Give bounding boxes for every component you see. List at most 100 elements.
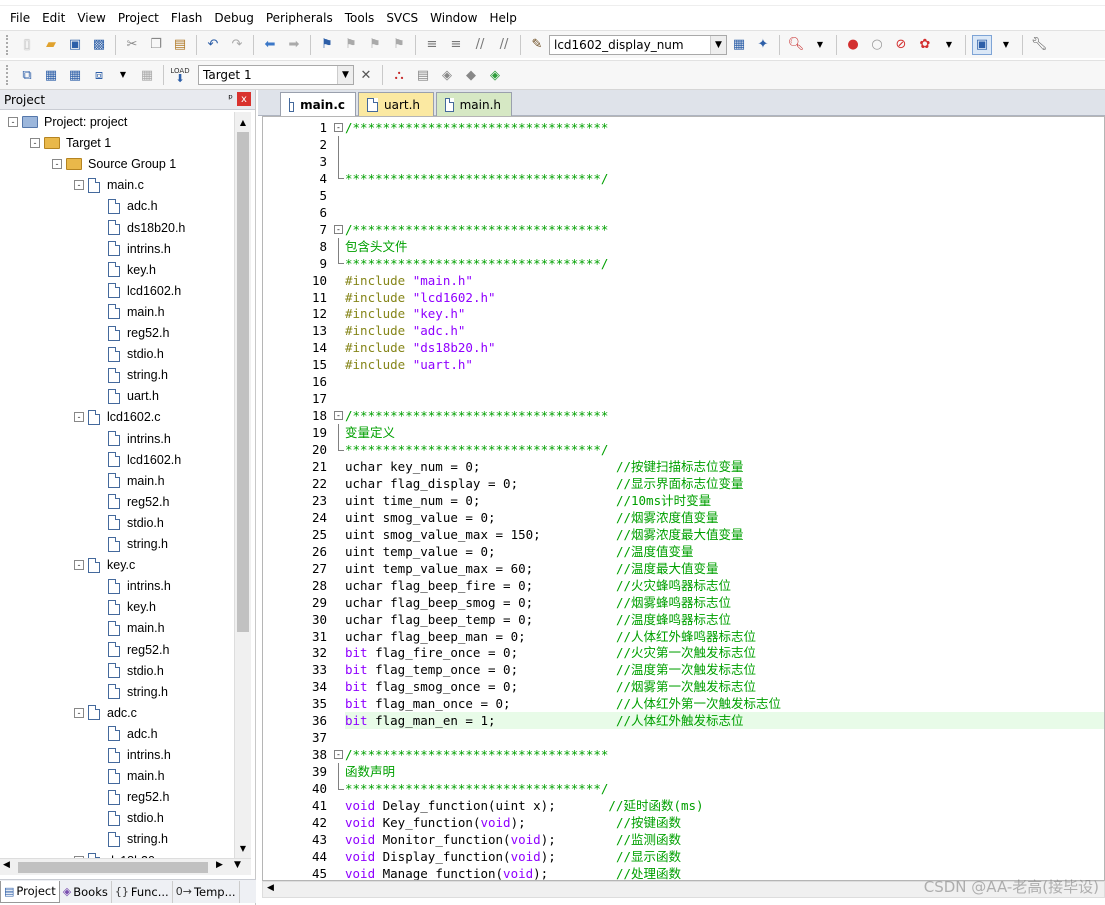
code-line[interactable]: /**********************************	[345, 407, 1104, 424]
tree-item[interactable]: - lcd1602.c	[74, 407, 161, 427]
translate-icon[interactable]: ⧉	[17, 65, 37, 85]
code-line[interactable]: **********************************/	[345, 170, 1104, 187]
menu-item-help[interactable]: Help	[483, 11, 522, 25]
scroll-left-icon[interactable]: ◀	[3, 860, 10, 870]
tree-item[interactable]: intrins.h	[108, 429, 171, 449]
tree-item[interactable]: reg52.h	[108, 640, 169, 660]
code-line[interactable]: uint smog_value_max = 150; //烟雾浓度最大值变量	[345, 526, 1104, 543]
panel-tab-temp[interactable]: 0→ Temp...	[173, 880, 240, 903]
rebuild-icon[interactable]: ▦	[65, 65, 85, 85]
tree-item[interactable]: main.h	[108, 302, 165, 322]
menu-item-window[interactable]: Window	[424, 11, 483, 25]
tree-item[interactable]: reg52.h	[108, 787, 169, 807]
code-line[interactable]: bit flag_man_en = 1; //人体红外触发标志位	[345, 712, 1104, 730]
tree-item[interactable]: reg52.h	[108, 492, 169, 512]
green-diamond-icon[interactable]: ◈	[485, 65, 505, 85]
indent-icon[interactable]: ≡	[422, 35, 442, 55]
debug-start-icon[interactable]: 🔍︎	[786, 35, 806, 55]
scroll-down-icon[interactable]: ▼	[235, 840, 251, 856]
code-area[interactable]: /********************************** *****…	[345, 117, 1104, 880]
tree-item[interactable]: - main.c	[74, 175, 144, 195]
code-line[interactable]: uchar flag_beep_smog = 0; //烟雾蜂鸣器标志位	[345, 594, 1104, 611]
uncomment-icon[interactable]: //	[494, 35, 514, 55]
build-icon[interactable]: ▦	[41, 65, 61, 85]
tree-item[interactable]: ds18b20.h	[108, 218, 185, 238]
tree-item[interactable]: - Project: project	[8, 112, 127, 132]
open-folder-icon[interactable]: ▰	[41, 35, 61, 55]
menu-item-tools[interactable]: Tools	[339, 11, 381, 25]
code-line[interactable]: bit flag_man_once = 0; //人体红外第一次触发标志位	[345, 695, 1104, 712]
code-line[interactable]: uchar flag_display = 0; //显示界面标志位变量	[345, 475, 1104, 492]
code-line[interactable]: /**********************************	[345, 221, 1104, 238]
code-line[interactable]: void Display_function(void); //显示函数	[345, 848, 1104, 865]
code-line[interactable]: 函数声明	[345, 763, 1104, 780]
fold-toggle-icon[interactable]: -	[334, 123, 343, 132]
tree-item[interactable]: main.h	[108, 471, 165, 491]
tree-item[interactable]: stdio.h	[108, 808, 164, 828]
collapse-toggle-icon[interactable]: -	[74, 560, 84, 571]
configure-wrench-icon[interactable]: 🔧︎	[1029, 35, 1049, 55]
code-line[interactable]: void Key_function(void); //按键函数	[345, 814, 1104, 831]
tree-item[interactable]: uart.h	[108, 386, 159, 406]
panel-tab-books[interactable]: ◈ Books	[60, 880, 112, 903]
tree-item[interactable]: string.h	[108, 829, 168, 849]
tree-item[interactable]: - key.c	[74, 555, 135, 575]
tree-item[interactable]: key.h	[108, 597, 156, 617]
breakpoint-kill-icon[interactable]: ⊘	[891, 35, 911, 55]
menu-item-peripherals[interactable]: Peripherals	[260, 11, 339, 25]
find-in-files-icon[interactable]: ✎	[527, 35, 547, 55]
scroll-right-icon[interactable]: ▶	[216, 860, 223, 870]
incremental-find-icon[interactable]: ✦	[753, 35, 773, 55]
new-file-icon[interactable]: ▯	[17, 35, 37, 55]
tree-item[interactable]: adc.h	[108, 724, 158, 744]
batch-build-icon[interactable]: ⧈	[89, 65, 109, 85]
tree-item[interactable]: stdio.h	[108, 513, 164, 533]
pack-installer-icon[interactable]: ◈	[437, 65, 457, 85]
pin-icon[interactable]: ᵖ	[228, 92, 233, 105]
toolbar-grip[interactable]	[6, 34, 9, 55]
stop-build-icon[interactable]: ▦	[137, 65, 157, 85]
code-line[interactable]: #include "lcd1602.h"	[345, 289, 1104, 306]
fold-toggle-icon[interactable]: -	[334, 411, 343, 421]
nav-forward-icon[interactable]: ➡	[284, 35, 304, 55]
panel-tab-project[interactable]: ▤ Project	[0, 880, 60, 903]
tree-item[interactable]: lcd1602.h	[108, 450, 181, 470]
tree-item[interactable]: intrins.h	[108, 745, 171, 765]
menu-item-project[interactable]: Project	[112, 11, 165, 25]
bookmark-prev-icon[interactable]: ⚑	[341, 35, 361, 55]
save-all-icon[interactable]: ▩	[89, 35, 109, 55]
manage-components-icon[interactable]: ⛬	[389, 65, 409, 85]
editor-tab-main-c[interactable]: main.c	[280, 92, 356, 116]
code-line[interactable]: **********************************/	[345, 780, 1104, 797]
scroll-thumb[interactable]	[237, 132, 249, 632]
menu-item-flash[interactable]: Flash	[165, 11, 208, 25]
tree-item[interactable]: main.h	[108, 618, 165, 638]
select-software-packs-icon[interactable]: ▤	[413, 65, 433, 85]
tree-item[interactable]: -ds18b20.c	[74, 851, 165, 858]
tree-item[interactable]: key.h	[108, 260, 156, 280]
code-line[interactable]: **********************************/	[345, 441, 1104, 458]
chevron-down-icon[interactable]: ▼	[710, 35, 726, 54]
breakpoint-disable-icon[interactable]: ○	[867, 35, 887, 55]
tree-item[interactable]: reg52.h	[108, 323, 169, 343]
menu-item-svcs[interactable]: SVCS	[380, 11, 424, 25]
code-line[interactable]	[345, 204, 1104, 221]
code-line[interactable]: void Delay_function(uint x); //延时函数(ms)	[345, 797, 1104, 814]
code-line[interactable]: #include "key.h"	[345, 305, 1104, 322]
code-line[interactable]: **********************************/	[345, 255, 1104, 272]
code-editor[interactable]: 1 2 3 4 5 6 7 8 9 10 11 12 13 14 15 16 17 18 19 20 21 22 23 24 2…	[262, 116, 1105, 881]
target-options-icon[interactable]: ✕	[356, 65, 376, 85]
code-line[interactable]	[345, 153, 1104, 170]
code-line[interactable]: uint temp_value = 0; //温度值变量	[345, 543, 1104, 560]
tree-item[interactable]: main.h	[108, 766, 165, 786]
target-combo[interactable]: Target 1 ▼	[198, 65, 354, 85]
panel-tab-func[interactable]: {} Func...	[112, 880, 173, 903]
bookmark-icon[interactable]: ⚑	[317, 35, 337, 55]
run-time-environment-icon[interactable]: ◆	[461, 65, 481, 85]
collapse-toggle-icon[interactable]: -	[74, 180, 84, 191]
tree-item[interactable]: string.h	[108, 534, 168, 554]
function-combo[interactable]: lcd1602_display_num ▼	[549, 34, 727, 55]
tree-item[interactable]: intrins.h	[108, 239, 171, 259]
code-line[interactable]	[345, 390, 1104, 407]
collapse-toggle-icon[interactable]: -	[52, 159, 62, 170]
